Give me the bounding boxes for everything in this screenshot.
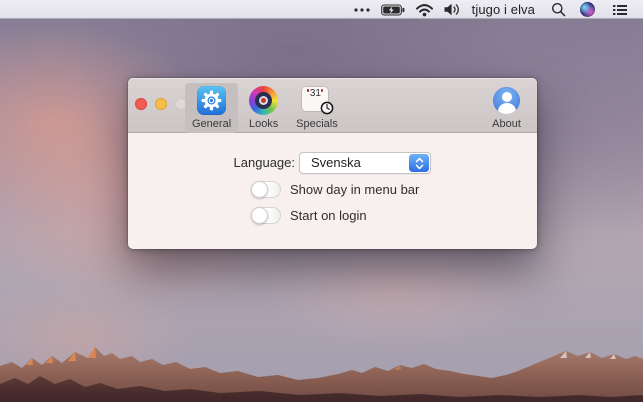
siri-icon[interactable] xyxy=(580,0,595,19)
tab-specials[interactable]: 31 Specials xyxy=(289,83,345,133)
tab-general[interactable]: General xyxy=(185,83,239,133)
tab-label: About xyxy=(492,118,521,130)
window-toolbar: General Looks 31 Specials About xyxy=(128,78,537,133)
search-icon[interactable] xyxy=(551,0,566,19)
minimize-button[interactable] xyxy=(155,98,167,110)
preferences-content: Language: Svenska Show day in menu bar S… xyxy=(128,134,537,249)
battery-charging-icon[interactable] xyxy=(380,0,405,19)
user-icon xyxy=(491,85,522,116)
tab-label: Looks xyxy=(248,118,279,130)
toolbar-tabs: General Looks 31 Specials xyxy=(185,83,345,133)
color-wheel-icon xyxy=(248,85,279,116)
calendar-day-label: 31 xyxy=(309,88,321,99)
ellipsis-icon[interactable] xyxy=(353,0,371,19)
language-dropdown[interactable]: Svenska xyxy=(299,152,431,174)
tab-label: General xyxy=(192,118,232,130)
close-button[interactable] xyxy=(135,98,147,110)
start-on-login-toggle[interactable] xyxy=(251,207,281,224)
language-label: Language: xyxy=(233,155,295,170)
clock-overlay-icon xyxy=(320,101,334,118)
notification-center-icon[interactable] xyxy=(612,0,628,19)
calendar-clock-icon: 31 xyxy=(301,85,334,118)
volume-icon[interactable] xyxy=(444,0,461,19)
desktop: tjugo i elva General Looks 31 Specials A… xyxy=(0,0,643,402)
show-day-toggle[interactable] xyxy=(251,181,281,198)
gear-app-icon xyxy=(196,85,227,116)
traffic-lights xyxy=(135,98,187,110)
mountains-graphic xyxy=(0,347,643,402)
tab-looks[interactable]: Looks xyxy=(241,83,286,133)
dropdown-stepper-icon xyxy=(409,154,429,172)
show-day-label: Show day in menu bar xyxy=(290,182,420,197)
menu-bar: tjugo i elva xyxy=(0,0,643,19)
menu-bar-clock[interactable]: tjugo i elva xyxy=(471,0,536,19)
wifi-icon[interactable] xyxy=(415,0,434,19)
tab-about[interactable]: About xyxy=(484,83,529,133)
language-selected-value: Svenska xyxy=(311,155,361,170)
menu-bar-extras: tjugo i elva xyxy=(353,0,643,19)
start-on-login-label: Start on login xyxy=(290,208,367,223)
tab-label: Specials xyxy=(296,118,338,130)
preferences-window: General Looks 31 Specials About Language… xyxy=(128,78,537,249)
